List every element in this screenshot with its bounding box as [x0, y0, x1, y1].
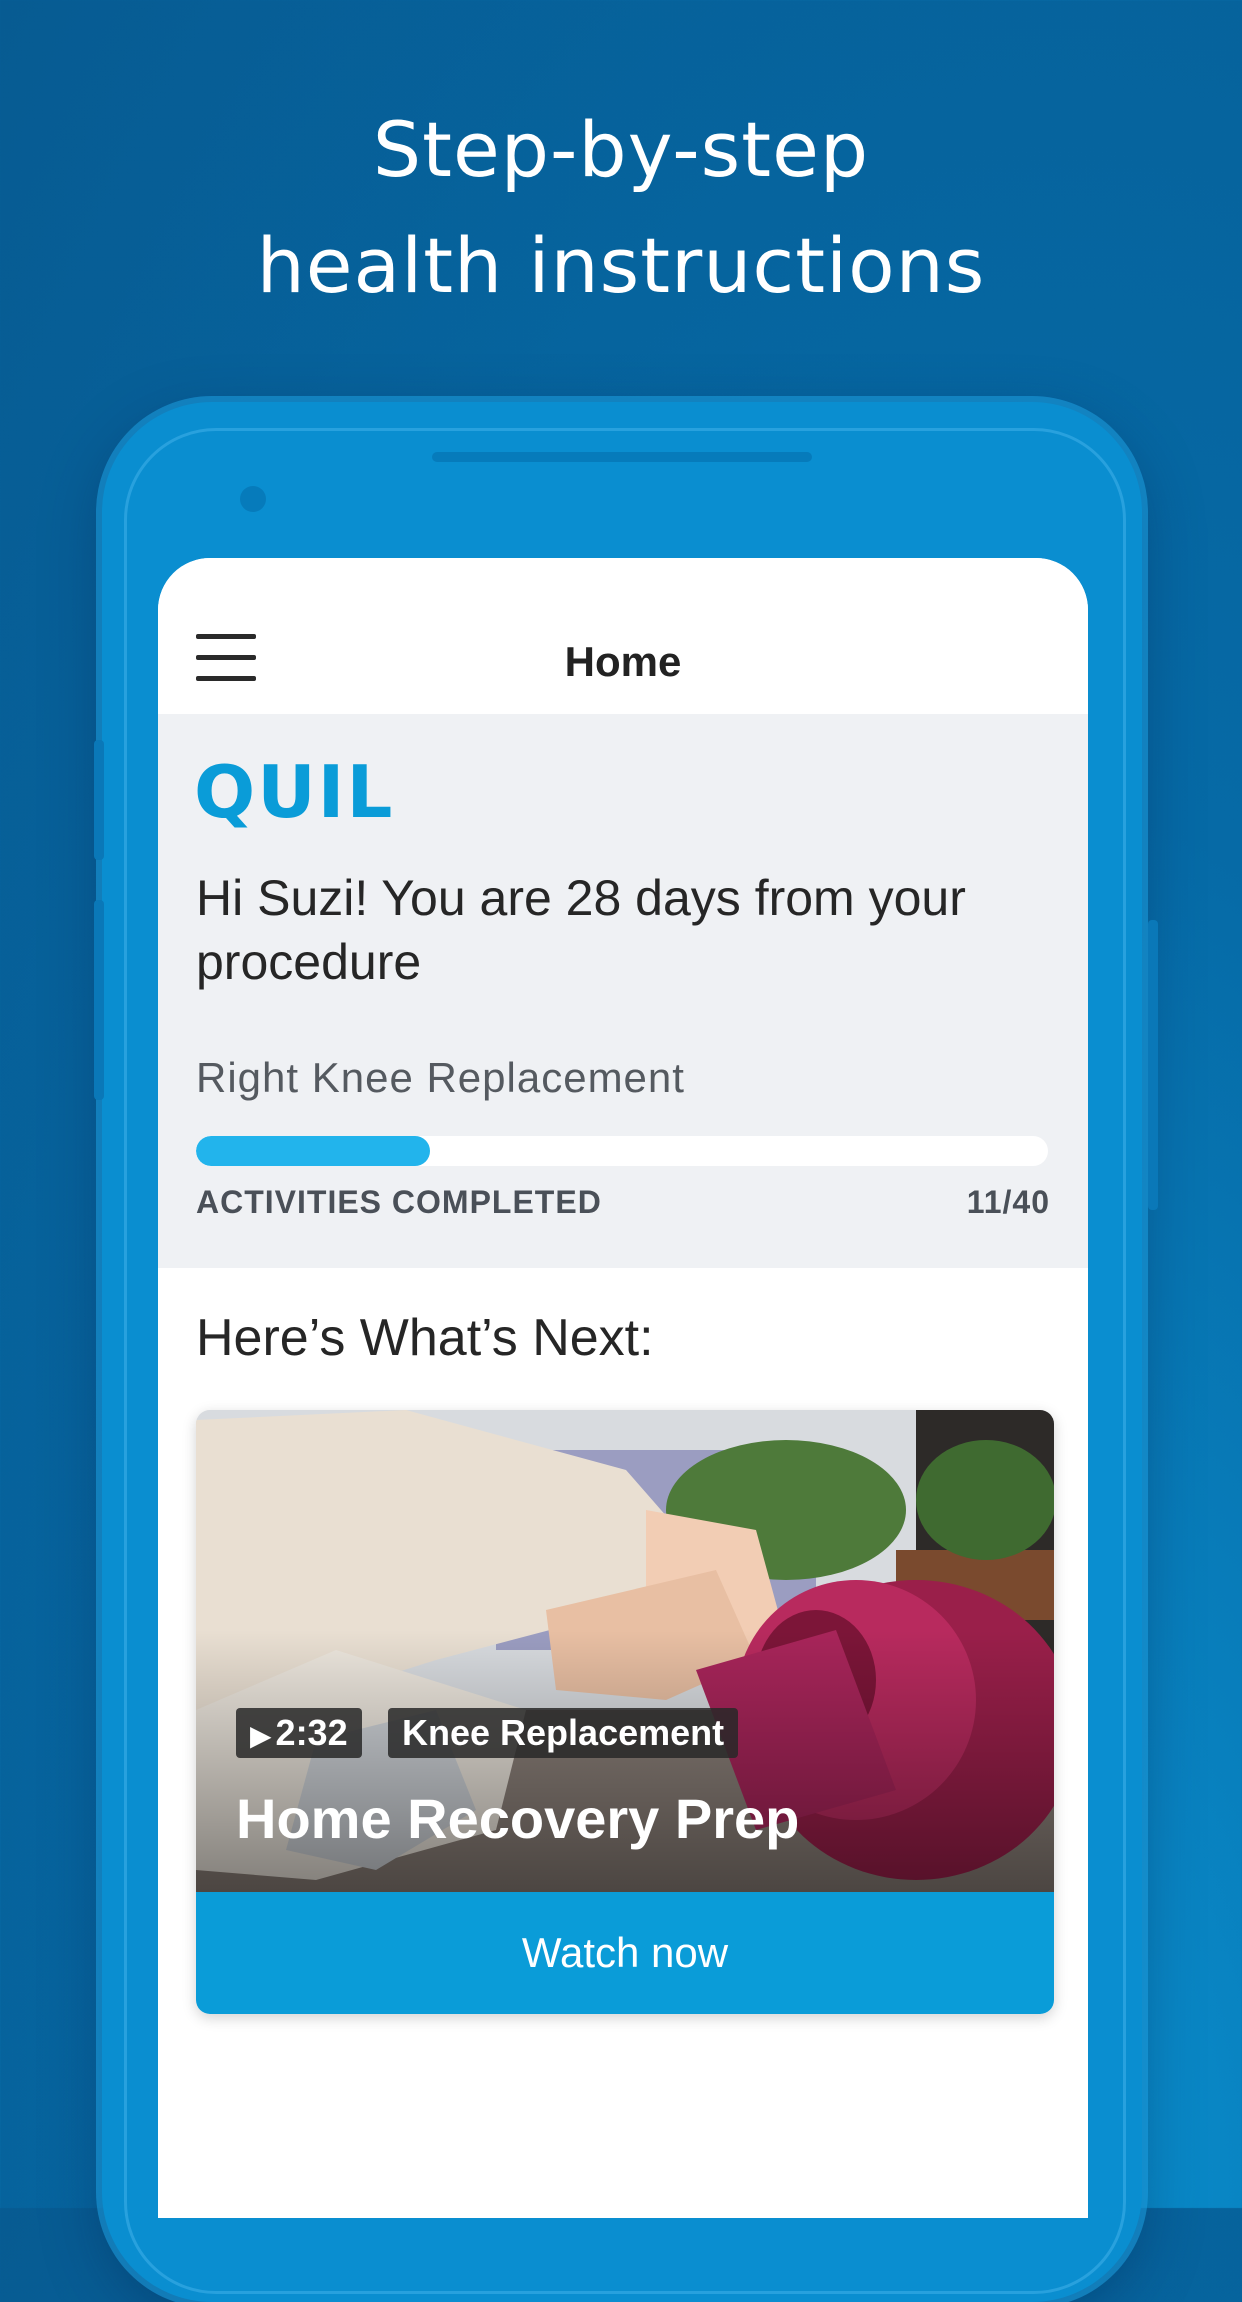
phone-volume-button	[94, 740, 104, 860]
procedure-name: Right Knee Replacement	[196, 1054, 685, 1101]
activities-progress-bar	[196, 1136, 1048, 1166]
thumbnail-gradient	[196, 1630, 1054, 1892]
play-icon: ▶	[250, 1720, 272, 1751]
promo-headline-line-1: Step-by-step	[372, 105, 870, 194]
app-screen: Home QUIL Hi Suzi! You are 28 days from …	[158, 558, 1088, 2218]
promo-headline: Step-by-step health instructions	[0, 92, 1242, 324]
video-title: Home Recovery Prep	[236, 1787, 800, 1850]
watch-now-button[interactable]: Watch now	[196, 1892, 1054, 2014]
top-app-bar: Home	[158, 558, 1088, 714]
greeting-text: Hi Suzi! You are 28 days from your proce…	[196, 870, 966, 990]
phone-speaker	[432, 452, 812, 462]
phone-power-button	[94, 900, 104, 1100]
phone-camera	[240, 486, 266, 512]
activities-completed-label: ACTIVITIES COMPLETED	[196, 1184, 602, 1220]
duration-text: 2:32	[275, 1712, 348, 1753]
progress-summary: QUIL Hi Suzi! You are 28 days from your …	[158, 714, 1088, 1268]
phone-right-button	[1148, 920, 1158, 1210]
video-card[interactable]: ▶ 2:32 Knee Replacement Home Recovery Pre…	[196, 1410, 1054, 2014]
quil-logo: QUIL	[194, 750, 395, 834]
topic-badge: Knee Replacement	[388, 1708, 739, 1758]
duration-badge: ▶ 2:32	[236, 1708, 362, 1758]
activities-completed-count: 11/40	[966, 1184, 1050, 1220]
whats-next-heading: Here’s What’s Next:	[196, 1309, 654, 1367]
promo-headline-line-2: health instructions	[256, 221, 986, 310]
video-thumbnail[interactable]: ▶ 2:32 Knee Replacement Home Recovery Pre…	[196, 1410, 1054, 1892]
activities-progress-fill	[196, 1136, 431, 1166]
page-title: Home	[564, 638, 682, 685]
